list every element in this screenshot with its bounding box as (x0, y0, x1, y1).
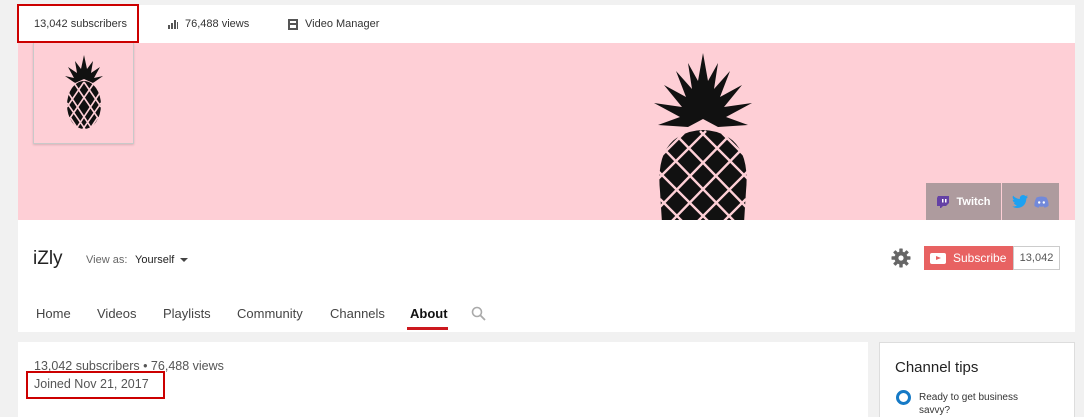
channel-name: iZly (33, 248, 63, 269)
channel-avatar[interactable] (33, 43, 134, 144)
twitch-link[interactable]: Twitch (926, 183, 1001, 220)
discord-icon[interactable] (1034, 196, 1049, 208)
channel-banner: Twitch (18, 43, 1075, 220)
search-icon[interactable] (471, 306, 486, 321)
pineapple-logo (65, 55, 103, 130)
tab-community[interactable]: Community (237, 306, 303, 321)
social-links (1002, 183, 1059, 220)
tab-home[interactable]: Home (36, 306, 71, 321)
views-link[interactable]: 76,488 views (168, 5, 249, 43)
tab-videos[interactable]: Videos (97, 306, 137, 321)
channel-tips-panel: Channel tips Ready to get business savvy… (879, 342, 1075, 417)
channel-header: iZly View as: Yourself Subscribe 13,042 … (18, 220, 1075, 332)
youtube-play-icon (930, 252, 946, 264)
view-as-value: Yourself (135, 254, 175, 266)
banner-social-links: Twitch (926, 183, 1059, 220)
banner-pineapple-art (654, 53, 752, 220)
bar-chart-icon (168, 19, 178, 29)
active-tab-indicator (407, 327, 448, 330)
subscribe-button[interactable]: Subscribe (924, 246, 1013, 270)
tip-progress-icon (896, 390, 911, 405)
subscriber-count-badge: 13,042 (1013, 246, 1060, 270)
twitter-icon[interactable] (1012, 195, 1028, 208)
chevron-down-icon (180, 258, 189, 262)
video-manager-link[interactable]: Video Manager (288, 5, 379, 43)
subscribe-label: Subscribe (953, 251, 1007, 265)
gear-icon[interactable] (891, 248, 911, 268)
highlight-box-joined (26, 371, 165, 399)
channel-tabs: Home Videos Playlists Community Channels… (18, 302, 1075, 332)
tip-item[interactable]: Ready to get business savvy? (919, 391, 1029, 417)
view-as-label: View as: (86, 254, 128, 266)
tab-channels[interactable]: Channels (330, 306, 385, 321)
video-manager-icon (288, 18, 298, 30)
tab-about[interactable]: About (410, 306, 448, 321)
twitch-icon (937, 195, 950, 208)
highlight-box-subscribers (17, 4, 139, 43)
views-count-text: 76,488 views (185, 18, 250, 30)
twitch-link-label: Twitch (956, 195, 991, 208)
channel-stats-bar: 13,042 subscribers 76,488 views Video Ma… (18, 5, 1075, 43)
video-manager-label: Video Manager (305, 18, 380, 30)
view-as-dropdown[interactable]: Yourself (135, 254, 189, 266)
channel-tips-title: Channel tips (895, 359, 979, 376)
tab-playlists[interactable]: Playlists (163, 306, 211, 321)
